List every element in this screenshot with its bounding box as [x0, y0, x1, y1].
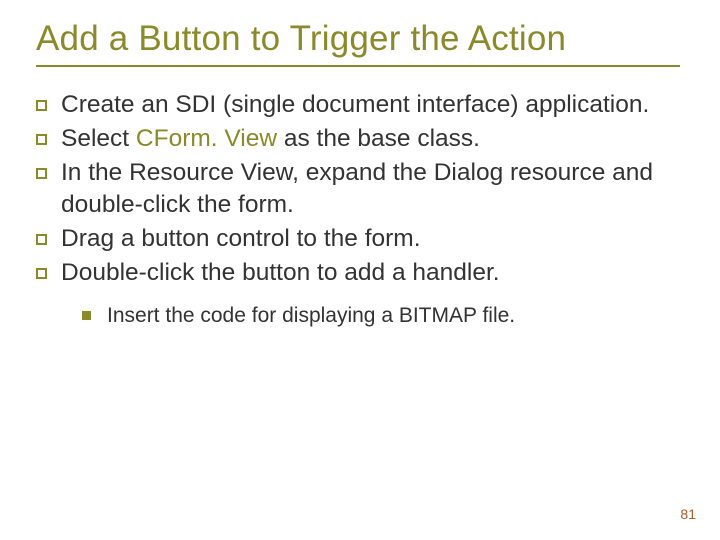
square-filled-bullet-icon: [82, 311, 91, 320]
square-bullet-icon: [36, 268, 47, 279]
list-item: In the Resource View, expand the Dialog …: [36, 157, 680, 221]
highlight-text: CForm. View: [136, 125, 277, 152]
list-item: Create an SDI (single document interface…: [36, 89, 680, 121]
slide: Add a Button to Trigger the Action Creat…: [0, 0, 720, 330]
bullet-list: Create an SDI (single document interface…: [36, 89, 680, 329]
slide-title: Add a Button to Trigger the Action: [36, 18, 680, 59]
bullet-text: Drag a button control to the form.: [61, 223, 680, 255]
list-item: Select CForm. View as the base class.: [36, 123, 680, 155]
list-item: Insert the code for displaying a BITMAP …: [82, 302, 680, 329]
list-item: Double-click the button to add a handler…: [36, 257, 680, 289]
list-item: Drag a button control to the form.: [36, 223, 680, 255]
square-bullet-icon: [36, 234, 47, 245]
bullet-text: Double-click the button to add a handler…: [61, 257, 680, 289]
square-bullet-icon: [36, 100, 47, 111]
sub-bullet-list: Insert the code for displaying a BITMAP …: [82, 302, 680, 329]
bullet-text: In the Resource View, expand the Dialog …: [61, 157, 680, 221]
page-number: 81: [680, 506, 696, 522]
sub-bullet-text: Insert the code for displaying a BITMAP …: [107, 302, 680, 329]
square-bullet-icon: [36, 134, 47, 145]
square-bullet-icon: [36, 168, 47, 179]
bullet-text: Create an SDI (single document interface…: [61, 89, 680, 121]
bullet-text: Select CForm. View as the base class.: [61, 123, 680, 155]
title-underline: [36, 65, 680, 67]
